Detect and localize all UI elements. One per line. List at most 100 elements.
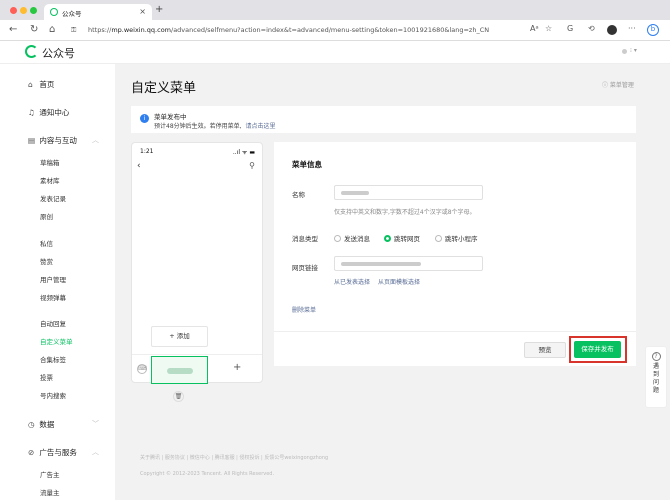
message-type-label: 消息类型 bbox=[292, 235, 318, 243]
footer-copyright: Copyright © 2012-2023 Tencent. All Right… bbox=[140, 471, 275, 477]
stop-menu-link[interactable]: 请点击这里 bbox=[246, 123, 276, 130]
radio-send-message[interactable]: 发送消息 bbox=[334, 233, 370, 243]
menu-info-panel: 菜单信息 名称 仅支持中英文和数字,字数不超过4个汉字或8个字母。 消息类型 发… bbox=[274, 142, 636, 366]
page-title: 自定义菜单 bbox=[131, 81, 197, 96]
help-float-button[interactable]: ? 遇到问题 bbox=[645, 346, 667, 408]
notice-title: 菜单发布中 bbox=[154, 113, 187, 121]
sidebar-item-drafts[interactable]: 草稿箱 bbox=[40, 157, 60, 167]
blurred-name-value bbox=[341, 191, 369, 195]
sidebar-item-auto-reply[interactable]: 自动回复 bbox=[40, 318, 66, 328]
sidebar-item-danmaku[interactable]: 视频弹幕 bbox=[40, 292, 66, 302]
back-icon[interactable]: ← bbox=[9, 24, 17, 35]
publish-notice: i 菜单发布中 预计48分钟后生效。若停用菜单, 请点击这里 bbox=[131, 106, 636, 133]
add-menu-icon[interactable]: + bbox=[233, 362, 241, 373]
sidebar-item-home[interactable]: ⌂ 首页 bbox=[28, 79, 54, 90]
select-template-link[interactable]: 从页面模板选择 bbox=[378, 277, 420, 286]
trash-icon[interactable]: 🗑 bbox=[173, 391, 184, 402]
delete-menu-link[interactable]: 删除菜单 bbox=[292, 305, 316, 314]
name-hint: 仅支持中英文和数字,字数不超过4个汉字或8个字母。 bbox=[334, 209, 476, 216]
favicon-icon bbox=[50, 8, 58, 16]
sidebar: ⌂ 首页 ♫ 通知中心 ▤ 内容与互动 ︿ 草稿箱 素材库 发表记录 原创 私信… bbox=[0, 64, 115, 500]
notice-description: 预计48分钟后生效。若停用菜单, 请点击这里 bbox=[154, 123, 276, 130]
site-info-icon[interactable]: ⚿ bbox=[71, 26, 76, 35]
sidebar-item-materials[interactable]: 素材库 bbox=[40, 175, 60, 185]
help-label: 遇到问题 bbox=[652, 363, 659, 394]
question-icon: ? bbox=[651, 352, 661, 361]
menu-item-selected[interactable] bbox=[151, 356, 208, 384]
sidebar-item-messages[interactable]: 私信 bbox=[40, 238, 53, 248]
radio-circle-icon bbox=[435, 235, 442, 242]
chevron-up-icon[interactable]: ︿ bbox=[92, 447, 99, 457]
url-field[interactable]: https://mp.weixin.qq.com/advanced/selfme… bbox=[88, 23, 528, 38]
sidebar-group-content[interactable]: ▤ 内容与互动 bbox=[28, 135, 77, 146]
sidebar-item-search[interactable]: 号内搜索 bbox=[40, 390, 66, 400]
tab-close-icon[interactable]: × bbox=[139, 7, 146, 16]
logo-icon bbox=[25, 45, 38, 58]
profile-icon[interactable] bbox=[607, 25, 617, 35]
extension-icon[interactable]: G bbox=[567, 24, 573, 33]
user-icon: ⚲ bbox=[249, 161, 255, 170]
signal-wifi-battery-icon: ..ıl ᯤ ▬ bbox=[232, 149, 255, 156]
add-submenu-button[interactable]: + 添加 bbox=[151, 326, 208, 347]
phone-preview: 1:21 ..ıl ᯤ ▬ ‹ ⚲ + 添加 ⌨ + bbox=[131, 142, 263, 384]
footer-links[interactable]: 关于腾讯 | 服务协议 | 微信中心 | 腾讯客服 | 侵权投诉 | 反馈公号w… bbox=[140, 454, 328, 461]
sidebar-item-likes[interactable]: 赞赏 bbox=[40, 256, 53, 266]
radio-miniprogram[interactable]: 跳转小程序 bbox=[435, 233, 478, 243]
blurred-url-value bbox=[341, 262, 421, 266]
divider bbox=[274, 331, 636, 332]
blurred-menu-name bbox=[167, 368, 193, 374]
menu-manage-link[interactable]: ⓘ 菜单管理 bbox=[602, 80, 634, 89]
preview-button[interactable]: 预览 bbox=[524, 342, 566, 358]
keyboard-icon: ⌨ bbox=[137, 364, 147, 374]
home-icon[interactable]: ⌂ bbox=[49, 24, 55, 35]
app-header: 公众号 ⁝ ▾ bbox=[0, 41, 670, 64]
read-aloud-icon[interactable]: Aᵃ bbox=[530, 24, 539, 33]
sidebar-item-advertiser[interactable]: 广告主 bbox=[40, 469, 60, 479]
more-icon[interactable]: ··· bbox=[628, 24, 636, 33]
browser-tab-bar: 公众号 × + bbox=[0, 0, 670, 20]
sidebar-item-notifications[interactable]: ♫ 通知中心 bbox=[28, 107, 69, 118]
address-bar: ← ↻ ⌂ ⚿ https://mp.weixin.qq.com/advance… bbox=[0, 20, 670, 41]
avatar[interactable] bbox=[622, 49, 627, 54]
account-menu-icon[interactable]: ⁝ ▾ bbox=[630, 47, 637, 54]
sidebar-item-published[interactable]: 发表记录 bbox=[40, 193, 66, 203]
panel-title: 菜单信息 bbox=[292, 160, 322, 169]
logo-text: 公众号 bbox=[42, 47, 75, 60]
bing-icon[interactable]: b bbox=[647, 24, 659, 36]
sidebar-item-original[interactable]: 原创 bbox=[40, 211, 53, 221]
url-label: 网页链接 bbox=[292, 264, 318, 272]
clock-icon: ◷ bbox=[28, 420, 35, 429]
chevron-left-icon: ‹ bbox=[137, 161, 141, 171]
sidebar-item-collection-tags[interactable]: 合集标签 bbox=[40, 354, 66, 364]
webpage-url-input[interactable] bbox=[334, 256, 483, 271]
minimize-window-button[interactable] bbox=[20, 7, 27, 14]
history-icon[interactable]: ⟲ bbox=[588, 24, 595, 33]
compass-icon: ⊘ bbox=[28, 448, 35, 457]
document-icon: ▤ bbox=[28, 136, 36, 145]
browser-tab[interactable]: 公众号 × bbox=[44, 4, 152, 20]
favorite-icon[interactable]: ☆ bbox=[545, 24, 552, 33]
menu-name-input[interactable] bbox=[334, 185, 483, 200]
phone-time: 1:21 bbox=[140, 148, 154, 155]
zoom-window-button[interactable] bbox=[30, 7, 37, 14]
sidebar-item-user-management[interactable]: 用户管理 bbox=[40, 274, 66, 284]
sidebar-group-ads[interactable]: ⊘ 广告与服务 bbox=[28, 447, 77, 458]
chevron-up-icon[interactable]: ︿ bbox=[92, 135, 99, 145]
radio-circle-icon bbox=[334, 235, 341, 242]
reload-icon[interactable]: ↻ bbox=[30, 24, 38, 35]
select-published-link[interactable]: 从已发表选择 bbox=[334, 277, 370, 286]
radio-checked-icon bbox=[384, 235, 391, 242]
sidebar-group-data[interactable]: ◷ 数据 bbox=[28, 419, 54, 430]
sidebar-item-custom-menu[interactable]: 自定义菜单 bbox=[40, 336, 73, 346]
close-window-button[interactable] bbox=[10, 7, 17, 14]
name-label: 名称 bbox=[292, 191, 305, 199]
home-icon: ⌂ bbox=[28, 80, 33, 89]
bell-icon: ♫ bbox=[28, 108, 35, 117]
radio-webpage[interactable]: 跳转网页 bbox=[384, 233, 420, 243]
sidebar-item-vote[interactable]: 投票 bbox=[40, 372, 53, 382]
tab-title: 公众号 bbox=[62, 10, 82, 18]
chevron-down-icon[interactable]: ﹀ bbox=[92, 419, 99, 429]
new-tab-icon[interactable]: + bbox=[155, 4, 163, 15]
sidebar-item-publisher[interactable]: 流量主 bbox=[40, 487, 60, 497]
save-publish-button[interactable]: 保存并发布 bbox=[574, 341, 621, 358]
